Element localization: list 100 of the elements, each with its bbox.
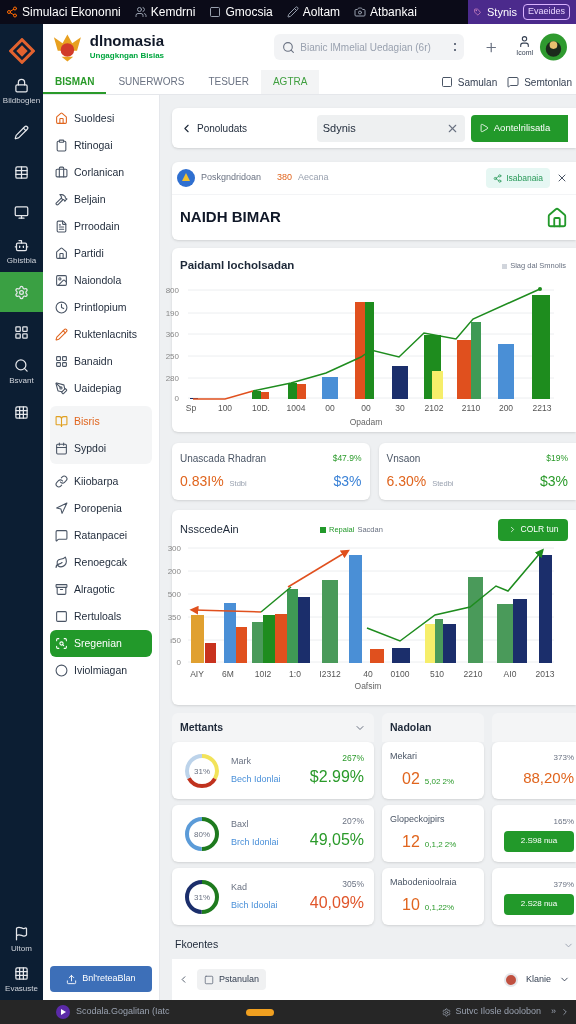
metric-value: 88,20%: [523, 767, 574, 788]
app-title: dlnomasia: [89, 32, 165, 50]
house-icon: [55, 247, 68, 260]
status-text: Scodala.Gogalitan (Iatc: [76, 1005, 170, 1019]
axis-label: 2210: [463, 669, 483, 679]
axis-label: Sp: [185, 403, 197, 413]
user-icon[interactable]: [518, 35, 532, 49]
nav-item[interactable]: Beljain: [50, 186, 152, 213]
stat-value: 0.83I%: [180, 472, 224, 491]
nav-item[interactable]: Prroodain: [50, 213, 152, 240]
axis-label: 40: [363, 669, 373, 679]
camera-icon: [354, 6, 367, 18]
chart-bar: [513, 599, 527, 663]
nav-item[interactable]: Suoldesi: [50, 105, 152, 132]
axis-label: 280: [165, 374, 179, 383]
menu-item[interactable]: Aoltam: [302, 3, 341, 21]
menu-item[interactable]: Kemdrni: [150, 3, 196, 21]
nav-item[interactable]: Ruktenlacnits: [50, 321, 152, 348]
tab-action[interactable]: Samulan: [440, 74, 498, 90]
metric-link[interactable]: Brch Idonlai: [231, 836, 293, 850]
chart-button[interactable]: COLR tun: [498, 518, 568, 541]
clipboard-icon: [55, 139, 68, 152]
chart-bar: [392, 648, 410, 663]
filter-bar[interactable]: Sdynis: [316, 114, 465, 142]
briefcase-icon: [55, 166, 68, 179]
menu-item[interactable]: Atbankai: [370, 3, 417, 21]
pencil-icon: [55, 328, 68, 341]
robot-icon: [14, 237, 29, 253]
settings-icon[interactable]: [442, 1007, 452, 1017]
filter-chip[interactable]: Pstanulan: [197, 969, 267, 990]
axis-label: 250: [165, 352, 179, 361]
stat-change: $47.9%: [332, 452, 362, 465]
axis-label: 190: [165, 309, 179, 318]
nav-item[interactable]: Alragotic: [50, 576, 152, 603]
metric-name: Kad: [231, 880, 248, 894]
nav-item[interactable]: Partidi: [50, 240, 152, 267]
nav-item[interactable]: Sypdoi: [50, 435, 152, 462]
metric-link[interactable]: Bich Idoolai: [231, 899, 293, 913]
app-icon[interactable]: [56, 1005, 70, 1019]
amount-button[interactable]: 2.S28 nua: [504, 893, 574, 915]
status-badge: [245, 1008, 274, 1016]
metric-value: 02: [402, 769, 420, 790]
section-title: Nadolan: [390, 719, 432, 735]
nav-button[interactable]: Bnl'reteaBlan: [50, 966, 152, 992]
tag-icon: [474, 6, 481, 18]
back-link[interactable]: Ponoludats: [180, 120, 311, 136]
search-field[interactable]: Bianic lMmelial Uedagian (6r): [300, 39, 449, 55]
filter-field[interactable]: Sdynis: [322, 119, 446, 137]
axis-label: 510: [429, 669, 445, 679]
grid-icon: [14, 324, 29, 340]
nav-item[interactable]: Uaidepiag: [50, 375, 152, 402]
nav-item[interactable]: Banaidn: [50, 348, 152, 375]
metric-value: 40,09%: [309, 892, 364, 913]
apps-icon[interactable]: [14, 965, 29, 981]
nav-item[interactable]: Kiiobarpa: [50, 468, 152, 495]
nav-item[interactable]: Poropenia: [50, 495, 152, 522]
square-icon: [55, 610, 68, 623]
axis-label: 10D.: [252, 403, 270, 413]
top-button[interactable]: Evaeides: [522, 4, 570, 20]
lock-icon: [14, 77, 29, 93]
chart-title: Paidaml Iocholsadan: [180, 258, 295, 274]
calendar-icon: [55, 442, 68, 455]
nav-item[interactable]: Renoegcak: [50, 549, 152, 576]
logo-icon: [6, 6, 18, 18]
axis-label: 350: [167, 613, 181, 622]
search-icon: [282, 40, 296, 54]
metric-value: 12: [402, 832, 420, 853]
close-icon[interactable]: [556, 172, 568, 184]
nav-item[interactable]: Corlanican: [50, 159, 152, 186]
logo-icon[interactable]: [8, 38, 35, 64]
nav-item[interactable]: Rtinogai: [50, 132, 152, 159]
chart-bar: [392, 366, 408, 399]
metric-name: Mekari: [390, 749, 418, 763]
next-icon[interactable]: [560, 1007, 570, 1017]
metric-value: $2.99%: [309, 766, 364, 787]
tab-action[interactable]: Semtonlan: [507, 74, 572, 90]
forward-arrows[interactable]: »: [551, 1005, 556, 1019]
monitor-icon: [14, 204, 29, 220]
nav-item[interactable]: Iviolmiagan: [50, 657, 152, 684]
rail-item[interactable]: Bildbogien: [0, 72, 43, 112]
nav-item[interactable]: Naiondola: [50, 267, 152, 294]
rail-item[interactable]: Gbistbia: [0, 232, 43, 272]
nav-item[interactable]: Sregenian: [50, 630, 152, 657]
search-bar[interactable]: Bianic lMmelial Uedagian (6r): [274, 34, 464, 60]
axis-label: 00: [361, 403, 371, 413]
menu-item[interactable]: Gmocsia: [225, 3, 273, 21]
menu-item[interactable]: Simulaci Ekononni: [22, 3, 121, 21]
chart-bar: [425, 624, 435, 663]
flag-icon[interactable]: [14, 925, 29, 941]
donut-label: 80%: [194, 829, 210, 838]
avatar[interactable]: [539, 32, 568, 62]
primary-button[interactable]: Aontelrilisatla: [470, 114, 568, 142]
nav-item[interactable]: Printlopium: [50, 294, 152, 321]
nav-item[interactable]: Ratanpacei: [50, 522, 152, 549]
nav-item[interactable]: Rertuloals: [50, 603, 152, 630]
metric-link[interactable]: Bech Idonlai: [231, 773, 293, 787]
rail-item[interactable]: Bsvant: [0, 352, 43, 392]
book-icon: [55, 415, 68, 428]
axis-label: 2213: [532, 403, 552, 413]
amount-button[interactable]: 2.S98 nua: [504, 830, 574, 852]
